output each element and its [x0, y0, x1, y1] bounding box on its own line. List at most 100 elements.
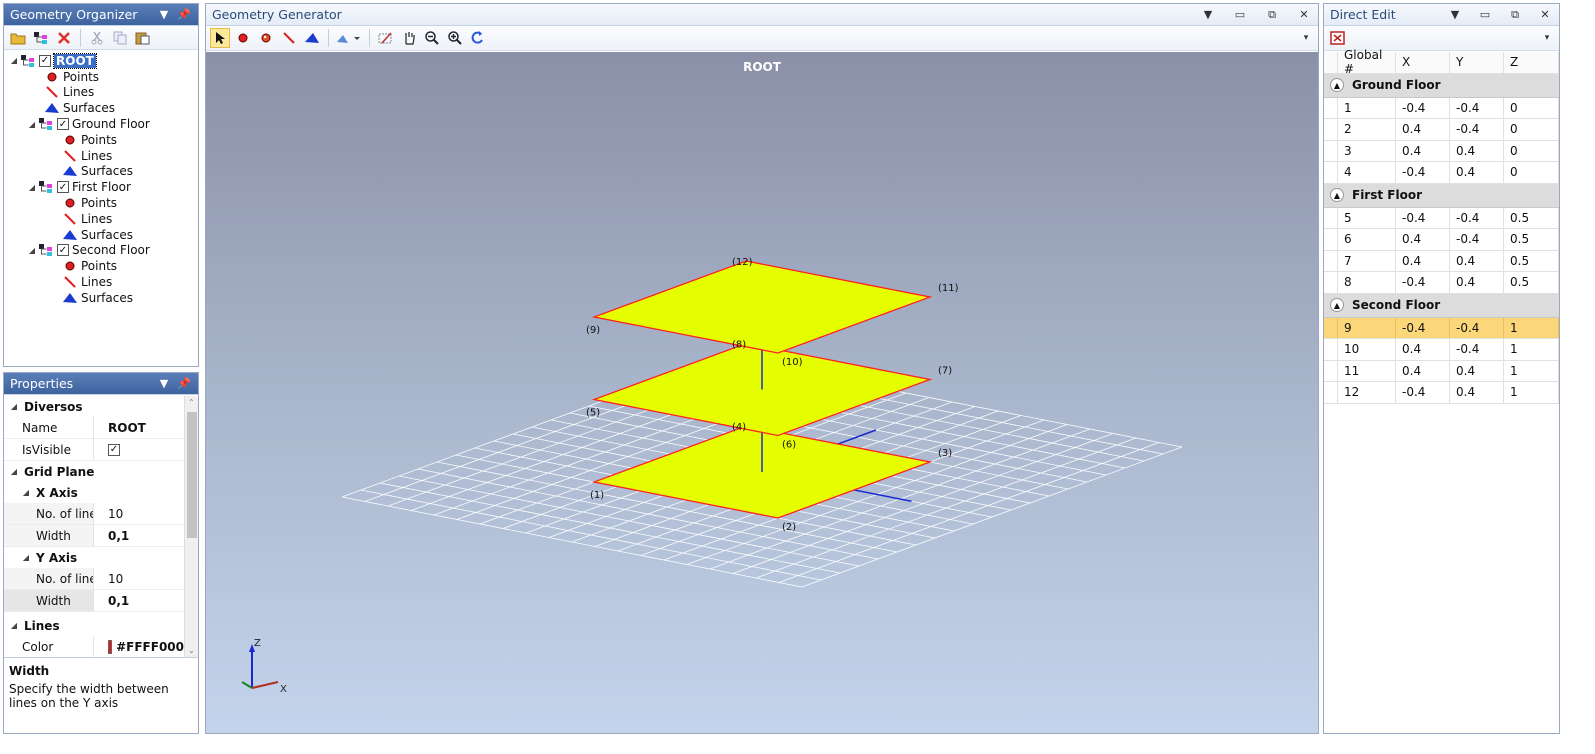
collapse-icon[interactable]: ◢: [20, 488, 32, 497]
table-cell[interactable]: -0.4: [1396, 97, 1450, 118]
minimize-icon[interactable]: ▭: [1477, 7, 1493, 23]
reset-view-icon[interactable]: [468, 28, 488, 48]
property-row-isvisible[interactable]: IsVisible ✓: [4, 439, 184, 461]
group-header[interactable]: ▲ Ground Floor: [1324, 73, 1559, 98]
table-row[interactable]: 11 0.4 0.4 1: [1324, 360, 1559, 382]
table-cell[interactable]: 3: [1338, 140, 1396, 161]
zoom-in-icon[interactable]: [445, 28, 465, 48]
tree-node[interactable]: Lines: [8, 148, 198, 164]
table-cell[interactable]: 0.5: [1504, 250, 1559, 271]
table-cell[interactable]: 1: [1504, 317, 1559, 338]
table-cell[interactable]: 2: [1338, 119, 1396, 140]
collapse-icon[interactable]: ▲: [1330, 188, 1344, 202]
table-cell[interactable]: -0.4: [1396, 382, 1450, 403]
delete-icon[interactable]: [54, 28, 74, 48]
table-cell[interactable]: 0.4: [1450, 250, 1504, 271]
visibility-checkbox[interactable]: ✓: [57, 244, 69, 257]
category-grid-plane[interactable]: ◢ Grid Plane: [4, 461, 184, 482]
category-diversos[interactable]: ◢ Diversos: [4, 396, 184, 417]
tree-node[interactable]: Surfaces: [8, 164, 198, 180]
table-cell[interactable]: 0.4: [1450, 360, 1504, 381]
column-header[interactable]: Y: [1450, 52, 1504, 73]
table-cell[interactable]: -0.4: [1396, 207, 1450, 228]
pin-icon[interactable]: 📌: [176, 7, 192, 23]
table-cell[interactable]: -0.4: [1450, 339, 1504, 360]
draw-surface-icon[interactable]: [302, 28, 322, 48]
table-cell[interactable]: 1: [1504, 360, 1559, 381]
cut-icon[interactable]: [87, 28, 107, 48]
table-row[interactable]: 9 -0.4 -0.4 1: [1324, 317, 1559, 339]
color-swatch[interactable]: [108, 639, 113, 654]
table-row[interactable]: 2 0.4 -0.4 0: [1324, 119, 1559, 141]
isvisible-checkbox[interactable]: ✓: [108, 443, 120, 456]
category-lines[interactable]: ◢ Lines: [4, 615, 184, 636]
open-folder-icon[interactable]: [8, 28, 28, 48]
table-row[interactable]: 12 -0.4 0.4 1: [1324, 382, 1559, 404]
dropdown-icon[interactable]: ▼: [156, 376, 172, 392]
collapse-icon[interactable]: ▲: [1330, 78, 1344, 92]
table-cell[interactable]: 0: [1504, 162, 1559, 183]
table-cell[interactable]: 0: [1504, 140, 1559, 161]
table-cell[interactable]: 7: [1338, 250, 1396, 271]
table-cell[interactable]: 10: [1338, 339, 1396, 360]
toolbar-overflow-icon[interactable]: ▾: [1539, 30, 1555, 46]
table-row[interactable]: 10 0.4 -0.4 1: [1324, 339, 1559, 361]
table-cell[interactable]: -0.4: [1450, 229, 1504, 250]
tree-node[interactable]: ◢ ✓ ROOT: [8, 52, 198, 69]
table-cell[interactable]: 0.4: [1450, 382, 1504, 403]
add-point-icon[interactable]: [233, 28, 253, 48]
table-cell[interactable]: 0.4: [1396, 250, 1450, 271]
property-row-color[interactable]: Color #FFFF000: [4, 636, 184, 657]
category-x-axis[interactable]: ◢ X Axis: [4, 482, 184, 503]
geometry-scene[interactable]: (1) (2) (3) (4) (5) (6) (7) (8) (9) (10) (11) (12) Z…: [206, 52, 1318, 734]
group-header[interactable]: ▲ Second Floor: [1324, 293, 1559, 318]
paste-icon[interactable]: [133, 28, 153, 48]
pan-hand-icon[interactable]: [399, 28, 419, 48]
close-icon[interactable]: ✕: [1537, 7, 1553, 23]
tree-node[interactable]: Lines: [8, 211, 198, 227]
collapse-icon[interactable]: ◢: [8, 467, 20, 476]
close-icon[interactable]: ✕: [1296, 7, 1312, 23]
table-row[interactable]: 3 0.4 0.4 0: [1324, 140, 1559, 162]
table-cell[interactable]: -0.4: [1396, 317, 1450, 338]
tree-node[interactable]: Surfaces: [8, 290, 198, 306]
table-cell[interactable]: 0.4: [1396, 339, 1450, 360]
table-cell[interactable]: 11: [1338, 360, 1396, 381]
table-cell[interactable]: 8: [1338, 272, 1396, 293]
table-cell[interactable]: 1: [1504, 339, 1559, 360]
collapse-icon[interactable]: ◢: [26, 183, 38, 192]
table-cell[interactable]: 1: [1504, 382, 1559, 403]
table-row[interactable]: 8 -0.4 0.4 0.5: [1324, 272, 1559, 294]
tree-node[interactable]: Points: [8, 195, 198, 211]
tree-node[interactable]: ◢ ✓ Ground Floor: [8, 116, 198, 132]
table-cell[interactable]: 0.4: [1396, 360, 1450, 381]
draw-line-icon[interactable]: [279, 28, 299, 48]
collapse-icon[interactable]: ▲: [1330, 298, 1344, 312]
pick-icon[interactable]: [376, 28, 396, 48]
table-cell[interactable]: -0.4: [1396, 272, 1450, 293]
minimize-icon[interactable]: ▭: [1232, 7, 1248, 23]
table-cell[interactable]: 5: [1338, 207, 1396, 228]
collapse-icon[interactable]: ◢: [26, 246, 38, 255]
dropdown-icon[interactable]: ▼: [156, 7, 172, 23]
table-row[interactable]: 7 0.4 0.4 0.5: [1324, 250, 1559, 272]
property-row-x-lines[interactable]: No. of line 10: [4, 503, 184, 525]
export-icon[interactable]: [1328, 28, 1348, 48]
property-row-y-width[interactable]: Width 0,1: [4, 590, 184, 612]
property-row-name[interactable]: Name ROOT: [4, 417, 184, 439]
tree-node[interactable]: Points: [8, 69, 198, 85]
tree-node[interactable]: Surfaces: [8, 227, 198, 243]
table-cell[interactable]: 9: [1338, 317, 1396, 338]
restore-icon[interactable]: ⧉: [1264, 7, 1280, 23]
table-cell[interactable]: 12: [1338, 382, 1396, 403]
restore-icon[interactable]: ⧉: [1507, 7, 1523, 23]
table-cell[interactable]: 0: [1504, 97, 1559, 118]
column-header[interactable]: Z: [1504, 52, 1559, 73]
zoom-out-icon[interactable]: [422, 28, 442, 48]
table-cell[interactable]: -0.4: [1450, 207, 1504, 228]
column-header[interactable]: X: [1396, 52, 1450, 73]
property-row-y-lines[interactable]: No. of line 10: [4, 568, 184, 590]
table-cell[interactable]: -0.4: [1450, 97, 1504, 118]
table-cell[interactable]: 0.4: [1450, 162, 1504, 183]
surface-options-icon[interactable]: [335, 28, 363, 48]
